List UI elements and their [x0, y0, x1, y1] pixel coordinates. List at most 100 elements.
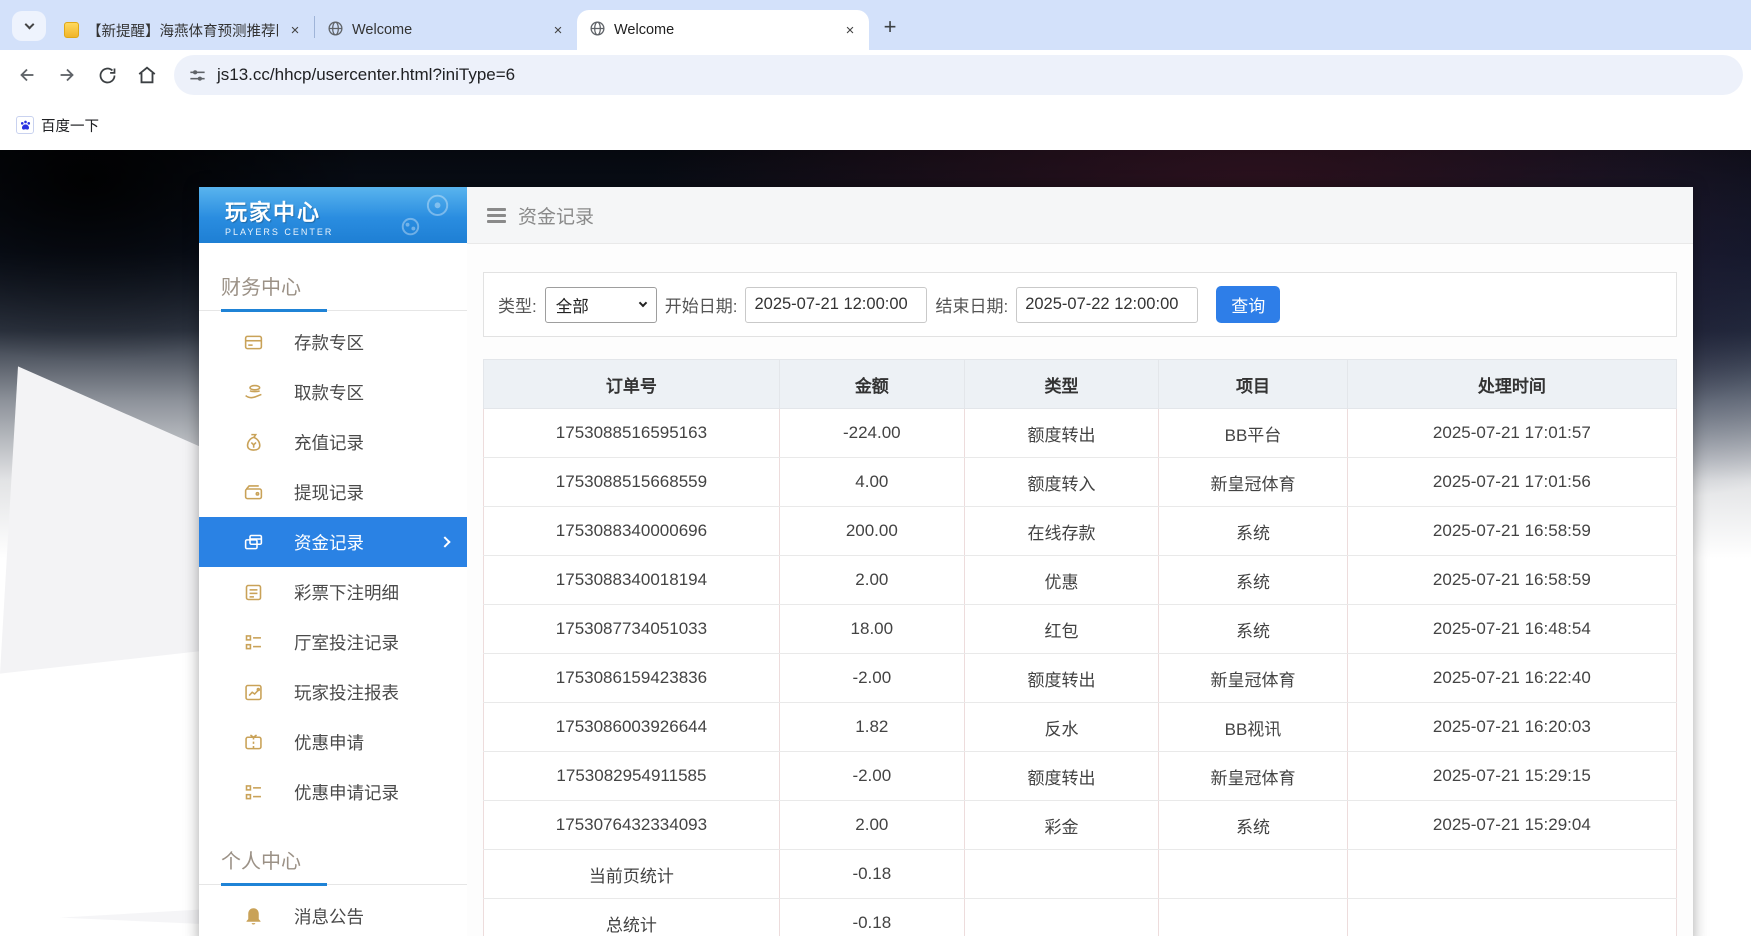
sidebar-item-label: 资金记录 — [294, 530, 364, 555]
table-row: 17530883400181942.00优惠系统2025-07-21 16:58… — [484, 556, 1677, 605]
page-title: 资金记录 — [518, 202, 594, 229]
table-cell: 系统 — [1159, 801, 1347, 850]
tab-close-icon[interactable]: × — [841, 21, 859, 39]
table-cell: 额度转出 — [964, 752, 1158, 801]
sidebar-item-label: 彩票下注明细 — [294, 580, 399, 605]
table-cell: 优惠 — [964, 556, 1158, 605]
table-row: 1753082954911585-2.00额度转出新皇冠体育2025-07-21… — [484, 752, 1677, 801]
table-cell: 2025-07-21 17:01:56 — [1347, 458, 1676, 507]
table-cell: 新皇冠体育 — [1159, 654, 1347, 703]
tab-title: Welcome — [614, 22, 833, 38]
sidebar-item-优惠申请记录[interactable]: 优惠申请记录 — [199, 767, 467, 817]
start-date-input[interactable] — [745, 287, 927, 323]
table-cell: 200.00 — [779, 507, 964, 556]
table-cell: 2.00 — [779, 801, 964, 850]
table-cell — [1347, 899, 1676, 936]
browser-tab-strip: 【新提醒】海燕体育预测推荐区× Welcome × Welcome × + — [0, 0, 1751, 50]
search-button[interactable]: 查询 — [1216, 286, 1280, 323]
sidebar-item-存款专区[interactable]: 存款专区 — [199, 317, 467, 367]
table-cell: 1753086159423836 — [484, 654, 780, 703]
table-cell: 2.00 — [779, 556, 964, 605]
forward-button[interactable] — [48, 56, 86, 94]
deposit-card-icon — [243, 332, 264, 353]
browser-tab[interactable]: Welcome × — [577, 10, 869, 50]
address-bar[interactable]: js13.cc/hhcp/usercenter.html?iniType=6 — [174, 55, 1743, 95]
sidebar-item-label: 存款专区 — [294, 330, 364, 355]
sidebar-banner: 玩家中心 PLAYERS CENTER — [199, 187, 467, 243]
table-cell: 4.00 — [779, 458, 964, 507]
browser-toolbar: js13.cc/hhcp/usercenter.html?iniType=6 — [0, 50, 1751, 100]
table-cell: -224.00 — [779, 409, 964, 458]
chevron-down-icon — [24, 20, 34, 30]
table-cell: 当前页统计 — [484, 850, 780, 899]
table-cell — [964, 850, 1158, 899]
table-cell — [1159, 899, 1347, 936]
sidebar-item-消息公告[interactable]: 消息公告 — [199, 891, 467, 936]
table-cell: 彩金 — [964, 801, 1158, 850]
main-content: 资金记录 类型: 全部 开始日期: 结束日期: 查询 订单号金额类型项目处理时间 — [467, 187, 1693, 936]
table-cell: 2025-07-21 15:29:15 — [1347, 752, 1676, 801]
end-date-input[interactable] — [1016, 287, 1198, 323]
funds-table-wrap: 订单号金额类型项目处理时间 1753088516595163-224.00额度转… — [483, 359, 1677, 936]
tab-search-button[interactable] — [12, 11, 46, 41]
type-select[interactable]: 全部 — [545, 287, 657, 323]
table-cell: -0.18 — [779, 899, 964, 936]
table-row: 总统计-0.18 — [484, 899, 1677, 936]
sidebar-item-彩票下注明细[interactable]: 彩票下注明细 — [199, 567, 467, 617]
sidebar-item-提现记录[interactable]: 提现记录 — [199, 467, 467, 517]
table-cell: 新皇冠体育 — [1159, 752, 1347, 801]
table-row: 17530764323340932.00彩金系统2025-07-21 15:29… — [484, 801, 1677, 850]
bookmark-baidu[interactable]: 百度一下 — [16, 115, 99, 136]
table-cell: 1753082954911585 — [484, 752, 780, 801]
table-cell: BB视讯 — [1159, 703, 1347, 752]
table-cell: 2025-07-21 16:20:03 — [1347, 703, 1676, 752]
column-header: 类型 — [964, 360, 1158, 409]
table-cell: 1753076432334093 — [484, 801, 780, 850]
table-cell: 新皇冠体育 — [1159, 458, 1347, 507]
table-row: 当前页统计-0.18 — [484, 850, 1677, 899]
tab-close-icon[interactable]: × — [549, 21, 567, 39]
bookmarks-bar: 百度一下 — [0, 100, 1751, 150]
globe-icon — [327, 20, 344, 41]
table-row: 1753088516595163-224.00额度转出BB平台2025-07-2… — [484, 409, 1677, 458]
tab-title: Welcome — [352, 22, 541, 38]
tab-close-icon[interactable]: × — [286, 21, 304, 39]
promo-list-icon — [243, 782, 264, 803]
sidebar-item-玩家投注报表[interactable]: 玩家投注报表 — [199, 667, 467, 717]
home-button[interactable] — [128, 56, 166, 94]
url-text: js13.cc/hhcp/usercenter.html?iniType=6 — [217, 65, 515, 85]
promo-ticket-icon — [243, 732, 264, 753]
funds-table: 订单号金额类型项目处理时间 1753088516595163-224.00额度转… — [483, 359, 1677, 936]
type-select-value: 全部 — [556, 293, 589, 317]
table-cell: 2025-07-21 16:58:59 — [1347, 507, 1676, 556]
sidebar-item-厅室投注记录[interactable]: 厅室投注记录 — [199, 617, 467, 667]
menu-toggle-icon[interactable] — [487, 208, 506, 223]
back-button[interactable] — [8, 56, 46, 94]
column-header: 金额 — [779, 360, 964, 409]
browser-tab[interactable]: Welcome × — [315, 10, 577, 50]
sidebar-item-取款专区[interactable]: 取款专区 — [199, 367, 467, 417]
column-header: 订单号 — [484, 360, 780, 409]
sidebar-item-充值记录[interactable]: 充值记录 — [199, 417, 467, 467]
table-cell: 反水 — [964, 703, 1158, 752]
table-cell: 总统计 — [484, 899, 780, 936]
funds-cards-icon — [243, 532, 264, 553]
table-cell: -0.18 — [779, 850, 964, 899]
table-cell: 红包 — [964, 605, 1158, 654]
browser-tab[interactable]: 【新提醒】海燕体育预测推荐区× — [52, 10, 314, 50]
new-tab-button[interactable]: + — [875, 12, 905, 42]
sidebar-item-优惠申请[interactable]: 优惠申请 — [199, 717, 467, 767]
table-row: 17530860039266441.82反水BB视讯2025-07-21 16:… — [484, 703, 1677, 752]
withdraw-hand-icon — [243, 382, 264, 403]
lottery-doc-icon — [243, 582, 264, 603]
sidebar-item-label: 消息公告 — [294, 904, 364, 929]
reload-button[interactable] — [88, 56, 126, 94]
table-row: 1753086159423836-2.00额度转出新皇冠体育2025-07-21… — [484, 654, 1677, 703]
table-cell: 2025-07-21 16:22:40 — [1347, 654, 1676, 703]
filter-bar: 类型: 全部 开始日期: 结束日期: 查询 — [483, 272, 1677, 337]
hall-list-icon — [243, 632, 264, 653]
sidebar-item-资金记录[interactable]: 资金记录 — [199, 517, 467, 567]
table-cell — [964, 899, 1158, 936]
globe-icon — [589, 20, 606, 41]
table-cell: 2025-07-21 16:48:54 — [1347, 605, 1676, 654]
